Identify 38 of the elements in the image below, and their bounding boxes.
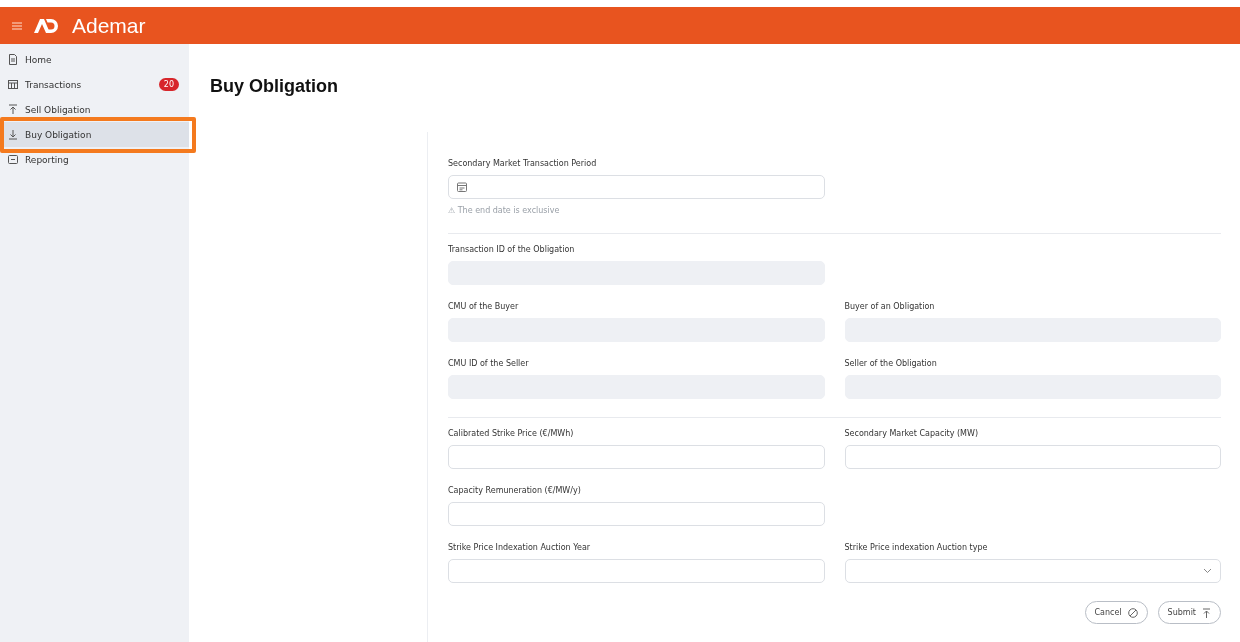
chevron-down-icon (1203, 568, 1212, 574)
input-field[interactable] (844, 445, 1221, 469)
download-icon (8, 129, 18, 140)
field-label: Buyer of an Obligation (844, 302, 936, 311)
sidebar-item[interactable]: Reporting (0, 147, 189, 172)
submit-button[interactable]: Submit (1157, 601, 1221, 624)
count-badge: 20 (158, 78, 179, 91)
field-label: Strike Price indexation Auction type (844, 543, 989, 552)
field-label: Secondary Market Capacity (MW) (844, 429, 979, 438)
field-label: Seller of the Obligation (844, 359, 938, 368)
logo-icon (34, 17, 60, 34)
page-title: Buy Obligation (210, 76, 339, 97)
upload-icon (8, 104, 18, 115)
cancel-icon (1127, 607, 1138, 618)
cancel-button[interactable]: Cancel (1084, 601, 1148, 624)
document-icon (8, 54, 18, 65)
field-label: Strike Price Indexation Auction Year (448, 543, 592, 552)
upload-icon (1202, 607, 1211, 618)
field-label: CMU of the Buyer (448, 302, 520, 311)
field-label: Capacity Remuneration (€/MW/y) (448, 486, 582, 495)
calendar-icon (8, 79, 18, 90)
hint-text: ⚠ The end date is exclusive (448, 206, 561, 215)
date-field[interactable] (448, 175, 825, 199)
calendar-icon (457, 182, 467, 192)
input-field[interactable] (448, 502, 825, 526)
field-label: CMU ID of the Seller (448, 359, 530, 368)
sidebar-item[interactable]: Transactions 20 (0, 72, 189, 97)
field-label: Transaction ID of the Obligation (448, 245, 576, 254)
app-name: Ademar (72, 13, 146, 38)
field-label: Calibrated Strike Price (€/MWh) (448, 429, 575, 438)
input-field[interactable] (448, 445, 825, 469)
report-icon (8, 154, 18, 165)
sidebar-item[interactable]: Sell Obligation (0, 97, 189, 122)
field-label: Secondary Market Transaction Period (448, 159, 598, 168)
sidebar-item[interactable]: Home (0, 47, 189, 72)
menu-icon[interactable] (12, 21, 22, 30)
select-field[interactable] (844, 559, 1221, 583)
input-field[interactable] (448, 559, 825, 583)
